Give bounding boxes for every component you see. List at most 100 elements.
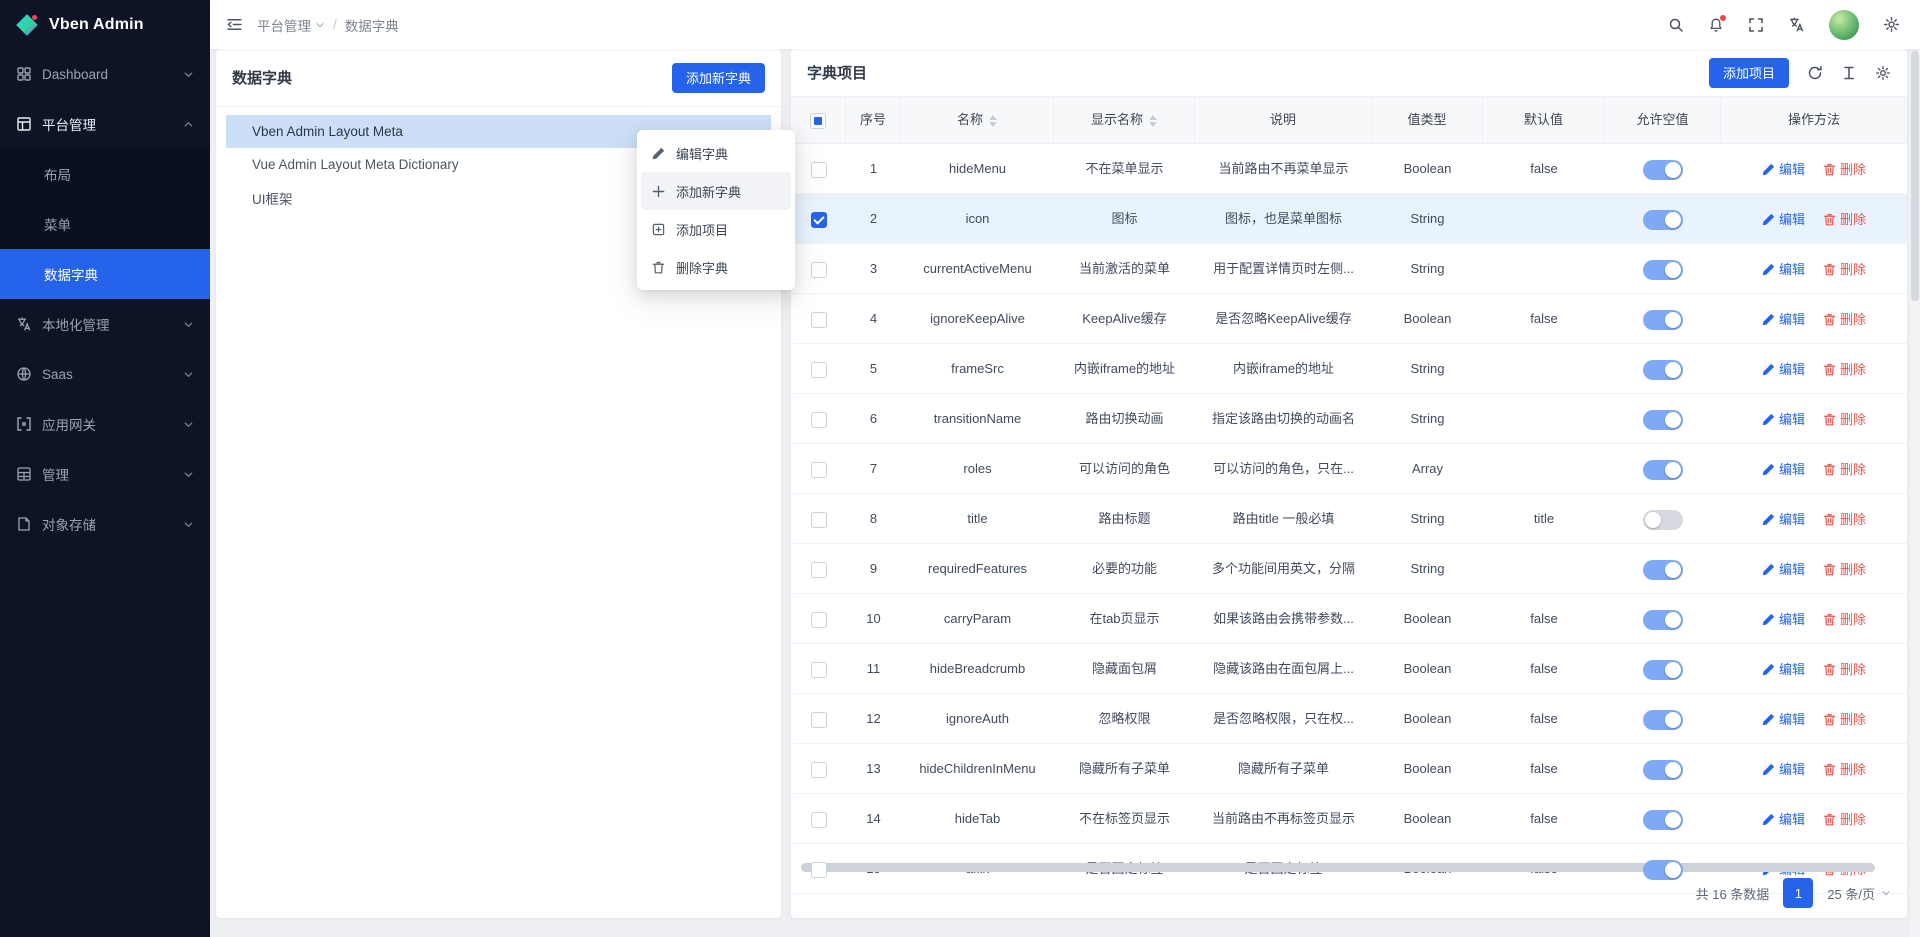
- nullable-toggle[interactable]: [1643, 610, 1683, 630]
- row-checkbox[interactable]: [811, 612, 827, 628]
- delete-button[interactable]: 删除: [1823, 195, 1866, 243]
- edit-button[interactable]: 编辑: [1762, 795, 1805, 843]
- sidebar-item-menu[interactable]: 菜单: [0, 199, 210, 249]
- row-checkbox[interactable]: [811, 462, 827, 478]
- edit-button[interactable]: 编辑: [1762, 195, 1805, 243]
- delete-button[interactable]: 删除: [1823, 495, 1866, 543]
- bell-icon[interactable]: [1708, 17, 1724, 33]
- translate-icon[interactable]: [1788, 16, 1805, 33]
- delete-button[interactable]: 删除: [1823, 645, 1866, 693]
- row-checkbox[interactable]: [811, 262, 827, 278]
- sidebar-item-object-storage[interactable]: 对象存储: [0, 499, 210, 549]
- edit-button[interactable]: 编辑: [1762, 745, 1805, 793]
- nullable-toggle[interactable]: [1643, 760, 1683, 780]
- delete-button[interactable]: 删除: [1823, 145, 1866, 193]
- chevron-up-icon: [183, 119, 194, 130]
- sidebar-item-layout[interactable]: 布局: [0, 149, 210, 199]
- edit-button[interactable]: 编辑: [1762, 595, 1805, 643]
- delete-button[interactable]: 删除: [1823, 695, 1866, 743]
- sidebar-item-dashboard[interactable]: Dashboard: [0, 49, 210, 99]
- nullable-toggle[interactable]: [1643, 310, 1683, 330]
- horizontal-scrollbar-thumb[interactable]: [801, 863, 1875, 872]
- refresh-icon[interactable]: [1807, 65, 1823, 81]
- sort-icons[interactable]: [1149, 115, 1157, 127]
- nullable-toggle[interactable]: [1643, 160, 1683, 180]
- context-menu-edit-dictionary[interactable]: 编辑字典: [641, 134, 791, 172]
- row-checkbox[interactable]: [811, 512, 827, 528]
- menu-fold-icon[interactable]: [226, 16, 243, 33]
- delete-button[interactable]: 删除: [1823, 295, 1866, 343]
- row-checkbox[interactable]: [811, 212, 827, 228]
- edit-button[interactable]: 编辑: [1762, 295, 1805, 343]
- sort-icons[interactable]: [989, 115, 997, 127]
- nullable-toggle[interactable]: [1643, 660, 1683, 680]
- context-menu-delete-dictionary[interactable]: 删除字典: [641, 248, 791, 286]
- delete-button[interactable]: 删除: [1823, 595, 1866, 643]
- sidebar-item-management[interactable]: 管理: [0, 449, 210, 499]
- edit-button[interactable]: 编辑: [1762, 445, 1805, 493]
- sidebar-item-platform-management[interactable]: 平台管理: [0, 99, 210, 149]
- row-checkbox[interactable]: [811, 562, 827, 578]
- fullscreen-icon[interactable]: [1748, 17, 1764, 33]
- delete-button[interactable]: 删除: [1823, 345, 1866, 393]
- context-menu-add-dictionary[interactable]: 添加新字典: [641, 172, 791, 210]
- edit-button[interactable]: 编辑: [1762, 495, 1805, 543]
- row-checkbox[interactable]: [811, 312, 827, 328]
- nullable-toggle[interactable]: [1643, 360, 1683, 380]
- page-size-select[interactable]: 25 条/页: [1827, 884, 1891, 903]
- delete-button[interactable]: 删除: [1823, 745, 1866, 793]
- add-dictionary-button[interactable]: 添加新字典: [672, 63, 765, 93]
- row-checkbox[interactable]: [811, 812, 827, 828]
- pagination-page-1[interactable]: 1: [1783, 878, 1813, 908]
- sidebar-item-gateway[interactable]: 应用网关: [0, 399, 210, 449]
- nullable-toggle[interactable]: [1643, 860, 1683, 880]
- delete-button[interactable]: 删除: [1823, 245, 1866, 293]
- vertical-scrollbar-thumb[interactable]: [1911, 51, 1919, 301]
- sidebar-item-data-dictionary[interactable]: 数据字典: [0, 249, 210, 299]
- column-header-display-name[interactable]: 显示名称: [1054, 97, 1195, 143]
- nullable-toggle[interactable]: [1643, 710, 1683, 730]
- row-checkbox[interactable]: [811, 362, 827, 378]
- nullable-toggle[interactable]: [1643, 210, 1683, 230]
- vertical-scrollbar[interactable]: [1910, 49, 1920, 937]
- breadcrumb-item-platform[interactable]: 平台管理: [257, 15, 325, 35]
- edit-button[interactable]: 编辑: [1762, 695, 1805, 743]
- settings-gear-icon[interactable]: [1883, 16, 1900, 33]
- avatar[interactable]: [1829, 10, 1859, 40]
- edit-button[interactable]: 编辑: [1762, 645, 1805, 693]
- nullable-toggle[interactable]: [1643, 560, 1683, 580]
- sidebar-item-localization[interactable]: 本地化管理: [0, 299, 210, 349]
- context-menu-add-item[interactable]: 添加项目: [641, 210, 791, 248]
- column-height-icon[interactable]: [1841, 65, 1857, 81]
- edit-button[interactable]: 编辑: [1762, 245, 1805, 293]
- logo[interactable]: Vben Admin: [0, 0, 210, 49]
- search-icon[interactable]: [1668, 17, 1684, 33]
- add-item-button[interactable]: 添加项目: [1709, 58, 1789, 88]
- edit-button[interactable]: 编辑: [1762, 545, 1805, 593]
- row-checkbox[interactable]: [811, 862, 827, 878]
- row-checkbox[interactable]: [811, 412, 827, 428]
- nullable-toggle[interactable]: [1643, 410, 1683, 430]
- edit-button[interactable]: 编辑: [1762, 145, 1805, 193]
- select-all-checkbox[interactable]: [810, 113, 826, 129]
- column-header-name[interactable]: 名称: [901, 97, 1054, 143]
- nullable-toggle[interactable]: [1643, 810, 1683, 830]
- delete-button[interactable]: 删除: [1823, 545, 1866, 593]
- sidebar: Vben Admin Dashboard 平台管理 布局: [0, 0, 210, 937]
- edit-button[interactable]: 编辑: [1762, 345, 1805, 393]
- delete-button[interactable]: 删除: [1823, 395, 1866, 443]
- row-checkbox[interactable]: [811, 162, 827, 178]
- delete-button[interactable]: 删除: [1823, 795, 1866, 843]
- edit-button[interactable]: 编辑: [1762, 395, 1805, 443]
- breadcrumb-item-data-dictionary[interactable]: 数据字典: [345, 15, 399, 35]
- gear-icon[interactable]: [1875, 65, 1891, 81]
- row-checkbox[interactable]: [811, 762, 827, 778]
- nullable-toggle[interactable]: [1643, 510, 1683, 530]
- horizontal-scrollbar[interactable]: [801, 863, 1897, 872]
- nullable-toggle[interactable]: [1643, 260, 1683, 280]
- sidebar-item-saas[interactable]: Saas: [0, 349, 210, 399]
- row-checkbox[interactable]: [811, 662, 827, 678]
- delete-button[interactable]: 删除: [1823, 445, 1866, 493]
- nullable-toggle[interactable]: [1643, 460, 1683, 480]
- row-checkbox[interactable]: [811, 712, 827, 728]
